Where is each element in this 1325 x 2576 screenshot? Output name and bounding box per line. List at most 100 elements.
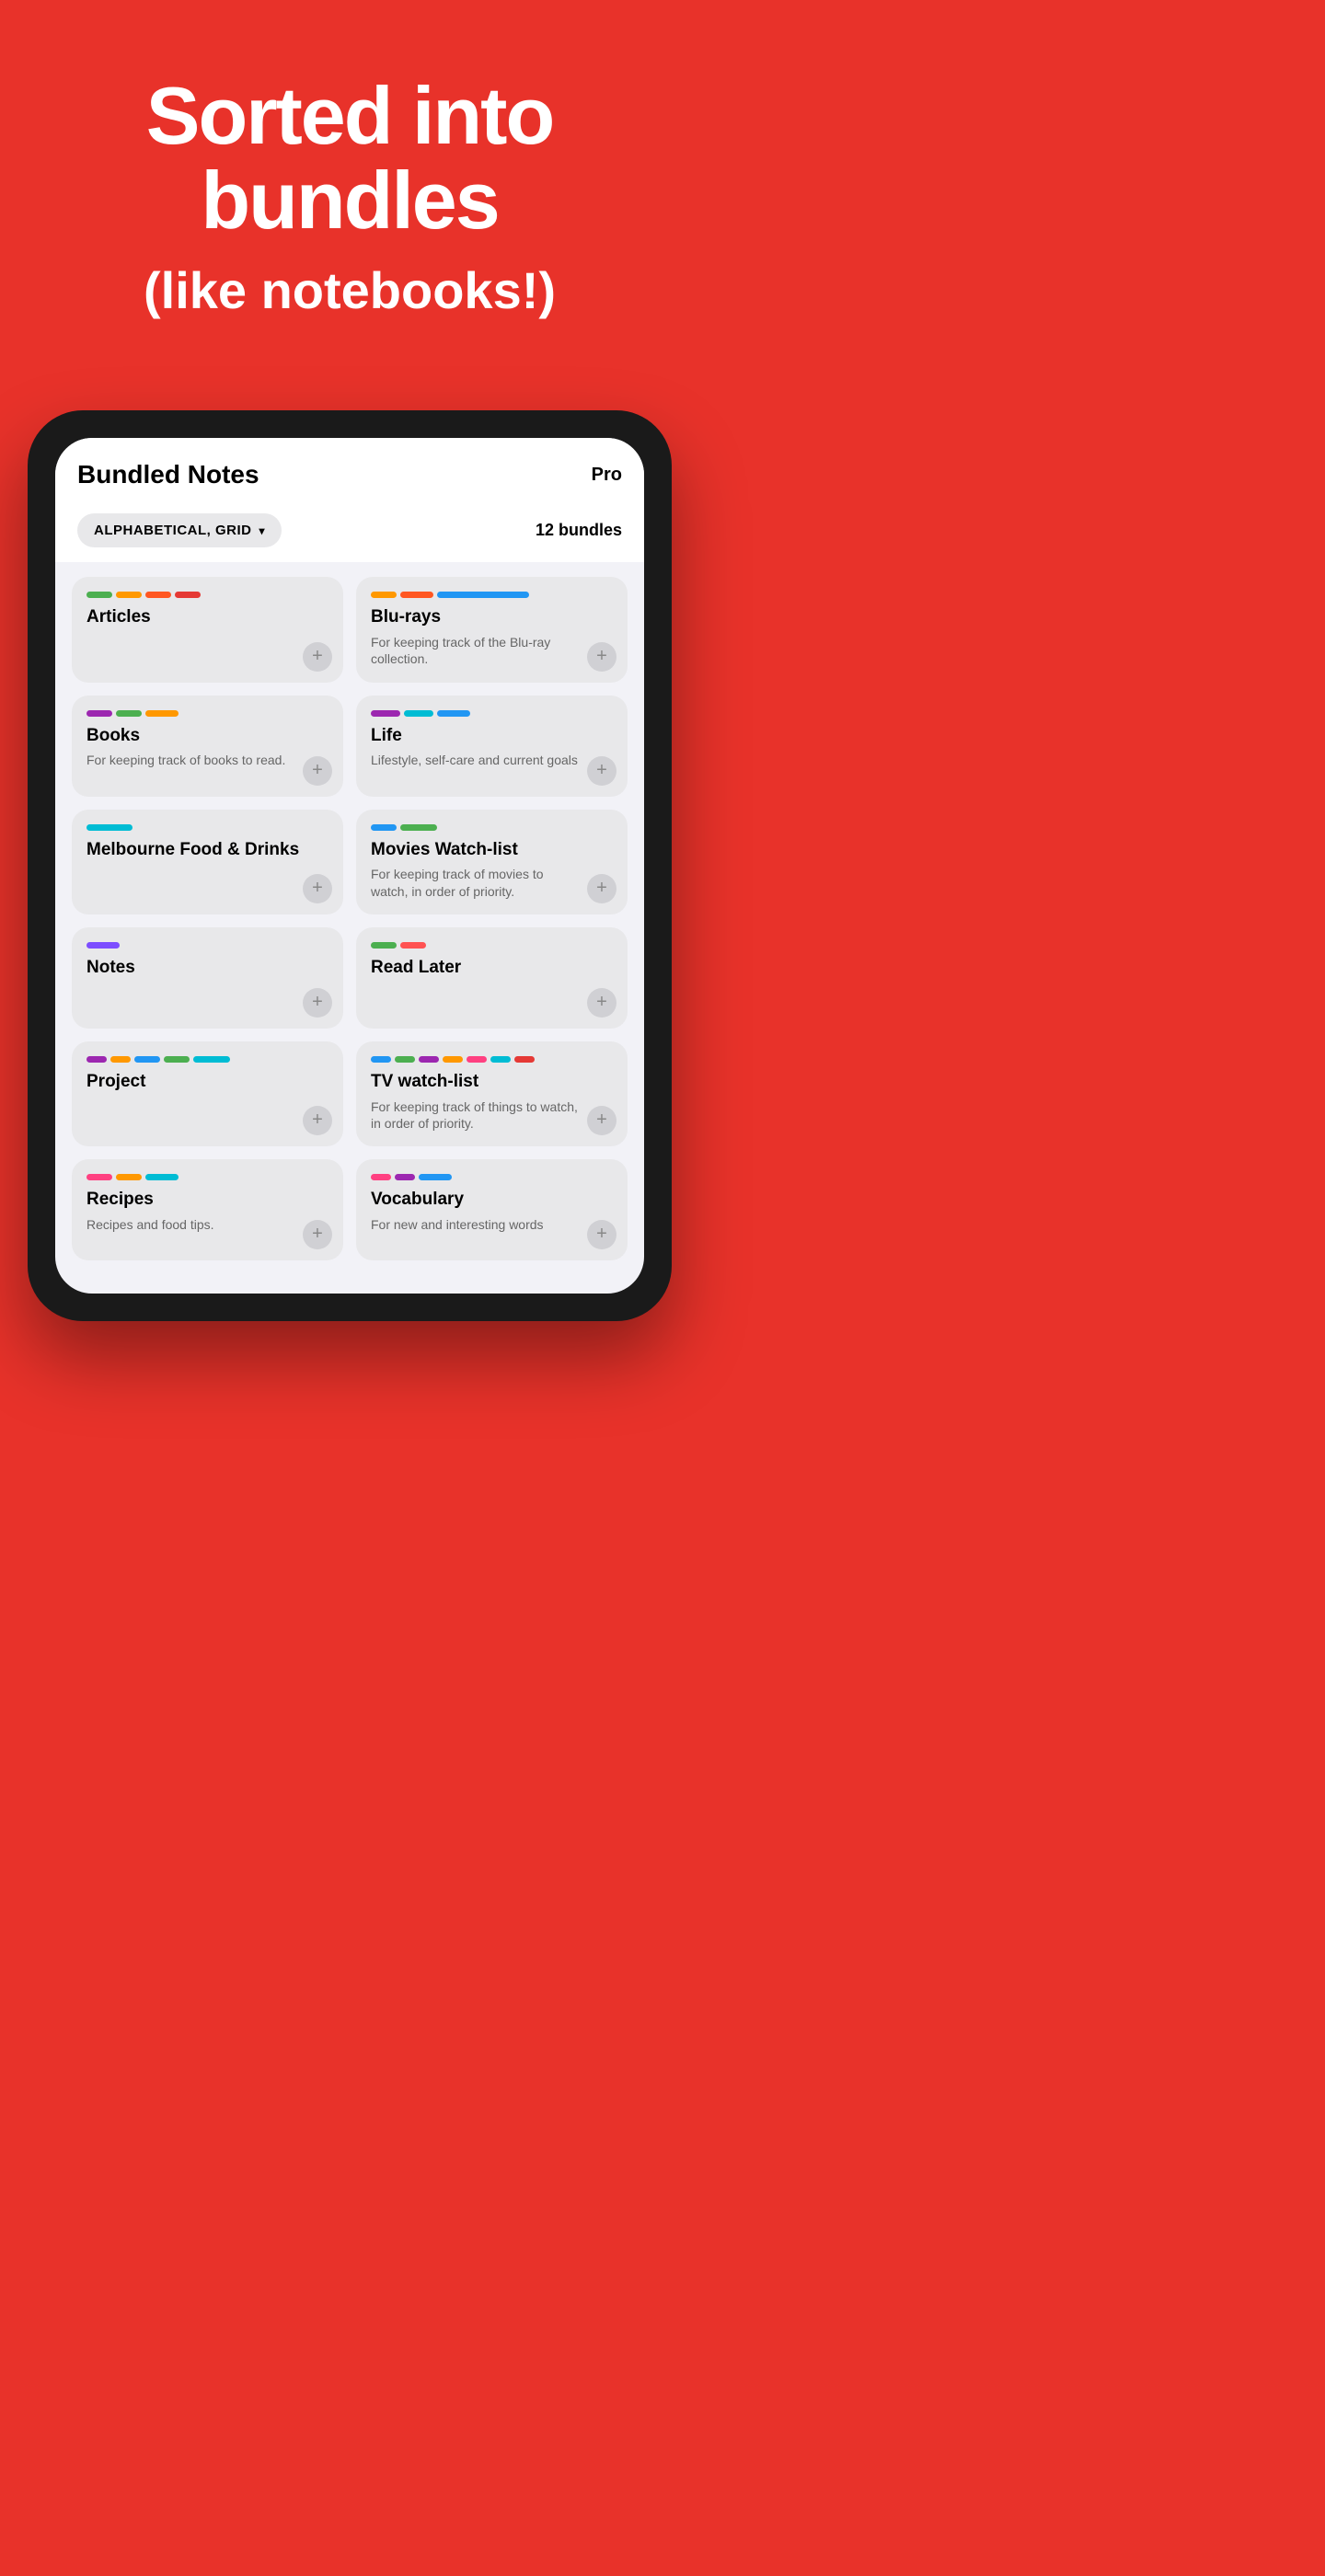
color-bars-notes [86, 942, 328, 949]
color-bars-blurays [371, 592, 613, 598]
color-bar [400, 942, 426, 949]
color-bar [86, 824, 132, 831]
color-bars-recipes [86, 1174, 328, 1180]
bundle-card-articles: Articles + [72, 577, 343, 682]
bundle-card-life: Life Lifestyle, self-care and current go… [356, 696, 628, 797]
color-bars-tvwatchlist [371, 1056, 613, 1063]
bundle-name-readlater: Read Later [371, 958, 613, 979]
chevron-down-icon: ▾ [259, 524, 266, 537]
color-bars-movies [371, 824, 613, 831]
color-bar [145, 1174, 179, 1180]
add-button-blurays[interactable]: + [587, 642, 616, 672]
color-bar [164, 1056, 190, 1063]
color-bar [145, 710, 179, 717]
bundle-desc-recipes: Recipes and food tips. [86, 1216, 328, 1233]
color-bar [86, 710, 112, 717]
bundle-name-books: Books [86, 726, 328, 747]
bundle-desc-blurays: For keeping track of the Blu-ray collect… [371, 634, 613, 667]
color-bar [86, 592, 112, 598]
app-header: Bundled Notes Pro [55, 438, 644, 504]
bundle-card-notes: Notes + [72, 927, 343, 1029]
color-bar [116, 592, 142, 598]
bundle-card-tvwatchlist: TV watch-list For keeping track of thing… [356, 1041, 628, 1146]
bundle-desc-tvwatchlist: For keeping track of things to watch, in… [371, 1098, 613, 1132]
color-bar [371, 824, 397, 831]
add-button-articles[interactable]: + [303, 642, 332, 672]
bundle-card-blurays: Blu-rays For keeping track of the Blu-ra… [356, 577, 628, 682]
color-bar [193, 1056, 230, 1063]
color-bar [395, 1056, 415, 1063]
color-bar [490, 1056, 511, 1063]
color-bar [419, 1056, 439, 1063]
color-bars-project [86, 1056, 328, 1063]
add-button-life[interactable]: + [587, 756, 616, 786]
color-bar [467, 1056, 487, 1063]
bundle-card-melbourne: Melbourne Food & Drinks + [72, 810, 343, 914]
color-bar [437, 710, 470, 717]
color-bar [443, 1056, 463, 1063]
sort-label: ALPHABETICAL, GRID [94, 523, 252, 538]
hero-section: Sorted into bundles (like notebooks!) [0, 0, 699, 374]
color-bars-readlater [371, 942, 613, 949]
color-bar [86, 1056, 107, 1063]
bundle-card-recipes: Recipes Recipes and food tips. + [72, 1159, 343, 1260]
bundle-desc-vocabulary: For new and interesting words [371, 1216, 613, 1233]
bundle-name-melbourne: Melbourne Food & Drinks [86, 840, 328, 861]
bundle-card-movies: Movies Watch-list For keeping track of m… [356, 810, 628, 914]
color-bar [116, 1174, 142, 1180]
color-bar [437, 592, 529, 598]
color-bar [134, 1056, 160, 1063]
add-button-project[interactable]: + [303, 1106, 332, 1135]
bundle-desc-life: Lifestyle, self-care and current goals [371, 752, 613, 768]
bundle-desc-books: For keeping track of books to read. [86, 752, 328, 768]
add-button-notes[interactable]: + [303, 988, 332, 1018]
color-bar [371, 1174, 391, 1180]
filter-bar: ALPHABETICAL, GRID ▾ 12 bundles [55, 504, 644, 562]
bundle-card-readlater: Read Later + [356, 927, 628, 1029]
color-bars-life [371, 710, 613, 717]
add-button-melbourne[interactable]: + [303, 874, 332, 903]
app-title: Bundled Notes [77, 460, 259, 489]
color-bars-vocabulary [371, 1174, 613, 1180]
hero-subtitle: (like notebooks!) [144, 262, 556, 319]
bundle-name-blurays: Blu-rays [371, 607, 613, 628]
bundle-name-movies: Movies Watch-list [371, 840, 613, 861]
bundle-name-life: Life [371, 726, 613, 747]
color-bar [371, 592, 397, 598]
add-button-books[interactable]: + [303, 756, 332, 786]
add-button-tvwatchlist[interactable]: + [587, 1106, 616, 1135]
bundles-grid: Articles + Blu-rays For keeping track of… [55, 562, 644, 1275]
bundle-card-vocabulary: Vocabulary For new and interesting words… [356, 1159, 628, 1260]
color-bars-articles [86, 592, 328, 598]
bundle-card-project: Project + [72, 1041, 343, 1146]
color-bar [175, 592, 201, 598]
bundle-name-vocabulary: Vocabulary [371, 1190, 613, 1211]
color-bars-melbourne [86, 824, 328, 831]
add-button-vocabulary[interactable]: + [587, 1220, 616, 1249]
color-bar [371, 942, 397, 949]
bundle-name-articles: Articles [86, 607, 328, 628]
bundle-card-books: Books For keeping track of books to read… [72, 696, 343, 797]
add-button-readlater[interactable]: + [587, 988, 616, 1018]
color-bar [400, 592, 433, 598]
color-bar [371, 710, 400, 717]
color-bar [404, 710, 433, 717]
pro-badge: Pro [592, 465, 622, 486]
color-bar [86, 942, 120, 949]
sort-button[interactable]: ALPHABETICAL, GRID ▾ [77, 513, 282, 547]
add-button-recipes[interactable]: + [303, 1220, 332, 1249]
bundle-name-tvwatchlist: TV watch-list [371, 1072, 613, 1093]
phone-wrapper: Bundled Notes Pro ALPHABETICAL, GRID ▾ 1… [28, 410, 672, 1321]
color-bar [110, 1056, 131, 1063]
color-bars-books [86, 710, 328, 717]
bundle-desc-movies: For keeping track of movies to watch, in… [371, 866, 613, 899]
color-bar [514, 1056, 535, 1063]
add-button-movies[interactable]: + [587, 874, 616, 903]
color-bar [395, 1174, 415, 1180]
color-bar [371, 1056, 391, 1063]
color-bar [419, 1174, 452, 1180]
bundle-name-recipes: Recipes [86, 1190, 328, 1211]
color-bar [400, 824, 437, 831]
bundle-name-notes: Notes [86, 958, 328, 979]
bundles-count: 12 bundles [536, 521, 622, 540]
